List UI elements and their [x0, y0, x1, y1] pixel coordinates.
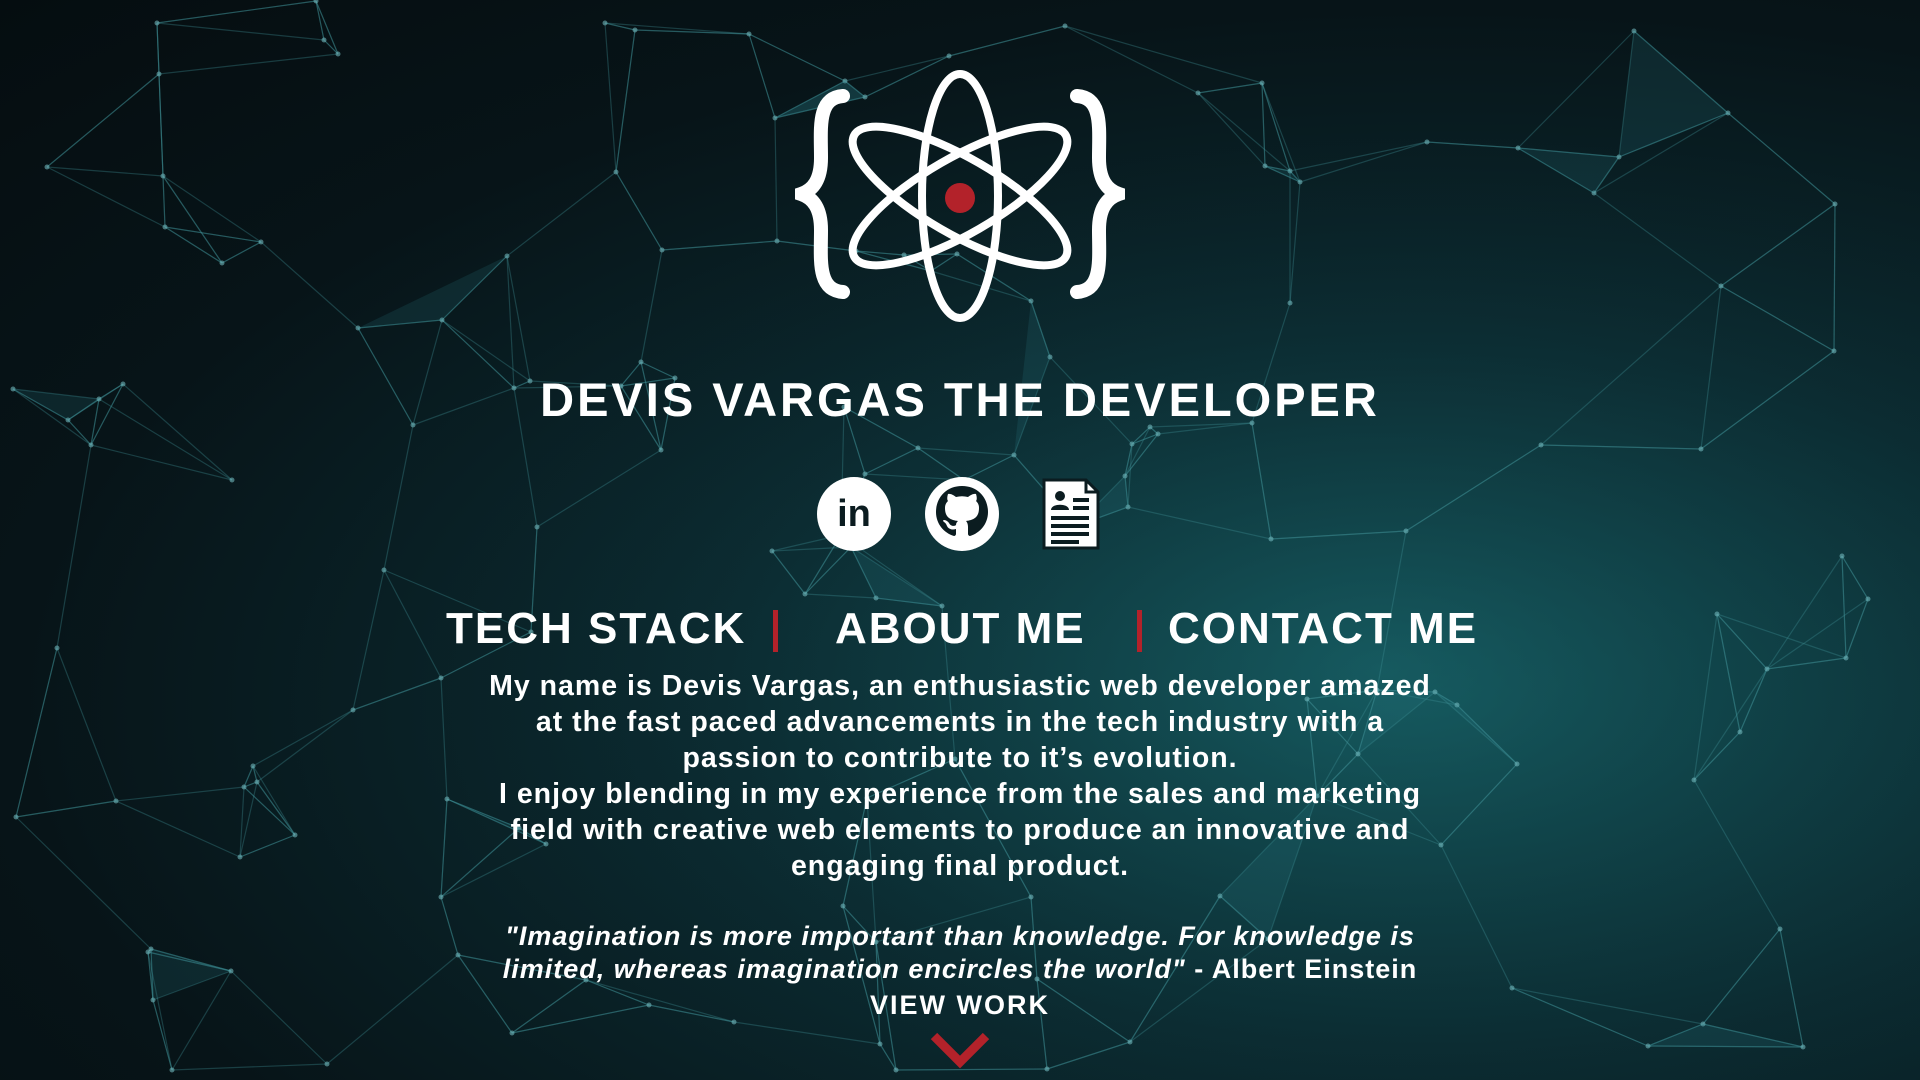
page-title: DEVIS VARGAS THE DEVELOPER: [540, 373, 1380, 426]
social-links: in: [816, 476, 1106, 556]
bio-line: field with creative web elements to prod…: [510, 814, 1410, 846]
bio-line: passion to contribute to it’s evolution.: [682, 742, 1238, 774]
quote-line: "Imagination is more important than know…: [505, 921, 1415, 951]
view-work-link[interactable]: VIEW WORK: [0, 990, 1920, 1021]
linkedin-label: in: [837, 493, 871, 535]
landing-page: DEVIS VARGAS THE DEVELOPER in TECH STACK…: [0, 0, 1920, 1080]
nav-divider: [1137, 610, 1142, 652]
bio-line: I enjoy blending in my experience from t…: [499, 778, 1421, 810]
linkedin-icon[interactable]: in: [816, 476, 892, 552]
einstein-quote: "Imagination is more important than know…: [430, 920, 1490, 986]
nav-divider: [773, 610, 778, 652]
bio-line: at the fast paced advancements in the te…: [535, 706, 1385, 738]
github-icon[interactable]: [924, 476, 1000, 552]
bio-line: My name is Devis Vargas, an enthusiastic…: [489, 670, 1431, 702]
main-nav: TECH STACK ABOUT ME CONTACT ME: [0, 604, 1920, 660]
atom-braces-icon: [795, 70, 1125, 322]
bio-line: engaging final product.: [790, 850, 1130, 882]
nav-tech-stack[interactable]: TECH STACK: [446, 604, 746, 654]
bio-text: My name is Devis Vargas, an enthusiastic…: [430, 668, 1490, 884]
nav-about-me[interactable]: ABOUT ME: [835, 604, 1086, 654]
resume-icon[interactable]: [1032, 476, 1108, 552]
nav-contact-me[interactable]: CONTACT ME: [1168, 604, 1478, 654]
quote-author: - Albert Einstein: [1185, 954, 1418, 984]
chevron-down-icon[interactable]: [930, 1030, 990, 1070]
quote-line: limited, whereas imagination encircles t…: [502, 954, 1186, 984]
